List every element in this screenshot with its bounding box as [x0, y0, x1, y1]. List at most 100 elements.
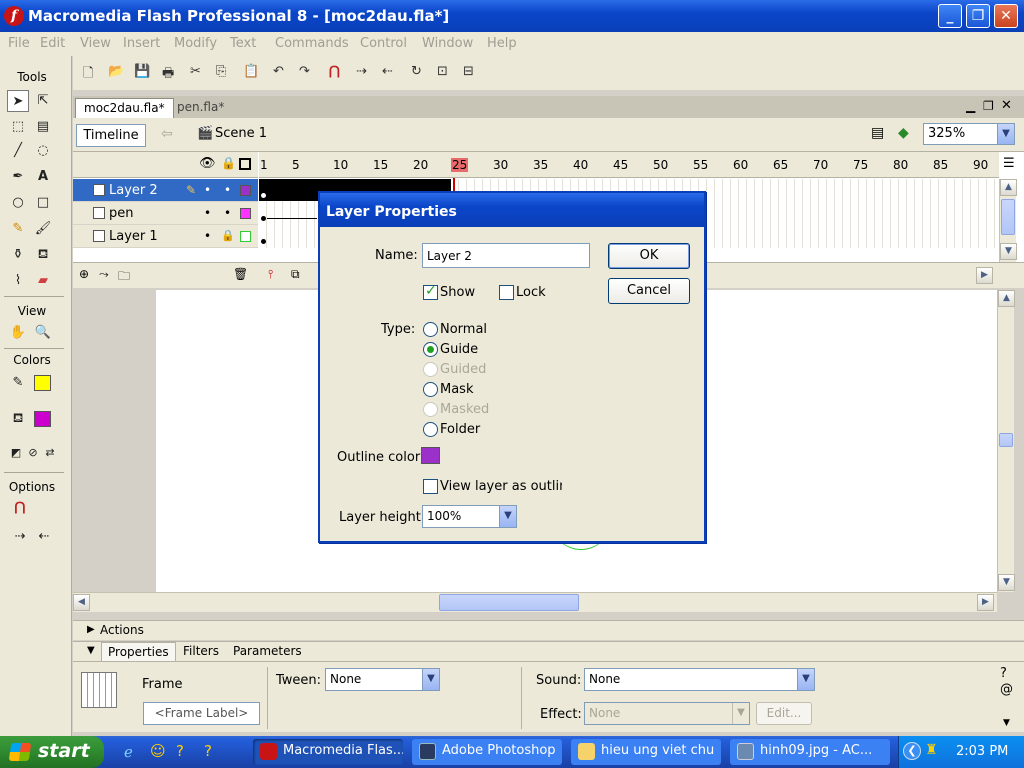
scroll-thumb[interactable] [1001, 199, 1015, 235]
eye-icon[interactable]: 👁 [199, 156, 216, 171]
scroll-down-icon[interactable]: ▼ [998, 574, 1015, 591]
menu-insert[interactable]: Insert [123, 36, 160, 51]
align-icon[interactable]: ⊟ [463, 64, 474, 79]
add-motion-guide-icon[interactable]: ⤳ [99, 267, 109, 282]
ok-button[interactable]: OK [608, 243, 690, 269]
clock[interactable]: 2:03 PM [956, 744, 1008, 759]
expand-arrow-icon[interactable]: ▶ [87, 624, 95, 635]
lock-dot[interactable]: • [224, 206, 231, 220]
accessibility-icon[interactable]: @ [1000, 682, 1013, 697]
back-arrow-icon[interactable]: ⇦ [161, 126, 173, 142]
layer-row-layer2[interactable]: Layer 2 ✎ • • [73, 179, 258, 202]
fill-color-icon[interactable]: ⛾ [7, 408, 29, 430]
lasso-tool-icon[interactable]: ◌ [32, 140, 54, 162]
selection-tool-icon[interactable]: ➤ [7, 90, 29, 112]
swap-colors-icon[interactable]: ⇄ [39, 442, 61, 464]
add-layer-icon[interactable]: ⊕ [79, 267, 89, 281]
tab-parameters[interactable]: Parameters [233, 644, 302, 658]
undo-icon[interactable]: ↶ [273, 64, 284, 79]
line-tool-icon[interactable]: ╱ [7, 140, 29, 162]
minimize-button[interactable]: _ [938, 4, 962, 28]
frame-label-input[interactable]: <Frame Label> [143, 702, 260, 725]
scene-label[interactable]: Scene 1 [215, 126, 267, 141]
keyframe-dot[interactable] [261, 193, 266, 198]
type-folder-radio[interactable] [423, 422, 438, 437]
save-icon[interactable]: 💾 [134, 64, 150, 79]
new-file-icon[interactable]: 🗋 [83, 64, 93, 86]
ie-icon[interactable]: ℯ [124, 743, 133, 761]
visible-dot[interactable]: • [204, 229, 211, 243]
lock-icon[interactable]: 🔒 [221, 156, 236, 170]
scroll-up-icon[interactable]: ▲ [998, 290, 1015, 307]
layer-height-select[interactable]: 100% ▼ [422, 505, 517, 528]
edit-symbols-icon[interactable]: ◆ [898, 125, 909, 141]
chevron-down-icon[interactable]: ▼ [422, 669, 439, 690]
scroll-thumb[interactable] [999, 433, 1013, 447]
pen-tool-icon[interactable]: ✒ [7, 166, 29, 188]
delete-layer-icon[interactable]: 🗑 [233, 267, 248, 281]
cancel-button[interactable]: Cancel [608, 278, 690, 304]
close-button[interactable]: ✕ [994, 4, 1018, 28]
add-folder-icon[interactable]: 🗀 [118, 267, 130, 288]
outline-color-swatch[interactable] [421, 447, 440, 464]
scale-icon[interactable]: ⊡ [437, 64, 448, 79]
menu-edit[interactable]: Edit [40, 36, 65, 51]
doc-close-icon[interactable]: ✕ [1001, 98, 1012, 113]
tween-select[interactable]: None ▼ [325, 668, 440, 691]
scroll-thumb[interactable] [439, 594, 579, 611]
rectangle-tool-icon[interactable]: □ [32, 192, 54, 214]
view-outline-checkbox[interactable] [423, 479, 438, 494]
smooth-toolbar-icon[interactable]: ⇢ [356, 64, 367, 79]
menu-modify[interactable]: Modify [174, 36, 217, 51]
center-frame-icon[interactable]: ⫯ [268, 267, 273, 282]
visible-dot[interactable]: • [204, 183, 211, 197]
hand-tool-icon[interactable]: ✋ [7, 322, 29, 344]
copy-icon[interactable]: ⎘ [216, 64, 226, 79]
menu-control[interactable]: Control [360, 36, 407, 51]
help-quicklaunch-icon[interactable]: ? [176, 742, 184, 760]
tab-filters[interactable]: Filters [183, 644, 219, 658]
chevron-down-icon[interactable]: ▼ [499, 506, 516, 527]
scroll-right-icon[interactable]: ▶ [977, 594, 994, 611]
menu-text[interactable]: Text [230, 36, 256, 51]
layer-color-swatch[interactable] [240, 185, 251, 196]
start-button[interactable]: start [0, 736, 104, 768]
doc-tab-moc2dau[interactable]: moc2dau.fla* [75, 98, 174, 118]
snap-magnet-icon[interactable]: ⋂ [9, 497, 31, 519]
stage-hscroll[interactable]: ◀ ▶ [73, 592, 997, 612]
tab-properties[interactable]: Properties [101, 642, 176, 662]
snap-icon[interactable]: ⋂ [329, 64, 340, 79]
chevron-down-icon[interactable]: ▼ [997, 124, 1014, 144]
lock-icon[interactable]: 🔒 [221, 229, 235, 242]
help-quicklaunch-icon-2[interactable]: ? [204, 742, 212, 760]
help-icon[interactable]: ? [1000, 666, 1007, 681]
type-guide-radio[interactable] [423, 342, 438, 357]
smooth-icon[interactable]: ⇢ [9, 526, 31, 548]
zoom-combo[interactable]: 325% ▼ [923, 123, 1015, 145]
onion-skin-icon[interactable]: ⧉ [291, 267, 300, 282]
timeline-vscroll[interactable]: ▲ ▼ [999, 179, 1017, 262]
expand-panel-icon[interactable]: ▼ [1003, 718, 1010, 728]
layer-color-swatch[interactable] [240, 208, 251, 219]
cut-icon[interactable]: ✂ [190, 64, 201, 79]
fill-color-swatch[interactable] [34, 411, 51, 427]
scroll-right-icon[interactable]: ▶ [976, 267, 993, 284]
layer-row-pen[interactable]: pen • • [73, 202, 258, 225]
open-file-icon[interactable]: 📂 [108, 64, 124, 79]
print-icon[interactable]: 🖶 [162, 64, 174, 86]
doc-minimize-icon[interactable]: ▁ [966, 99, 975, 113]
actions-label[interactable]: Actions [100, 623, 144, 637]
eyedropper-icon[interactable]: ⌇ [7, 270, 29, 292]
menu-help[interactable]: Help [487, 36, 517, 51]
scroll-left-icon[interactable]: ◀ [73, 594, 90, 611]
eraser-icon[interactable]: ▰ [32, 270, 54, 292]
lock-checkbox[interactable] [499, 285, 514, 300]
outline-icon[interactable] [239, 158, 251, 170]
timeline-button[interactable]: Timeline [76, 124, 146, 147]
task-flash[interactable]: Macromedia Flas... [253, 739, 403, 765]
menu-window[interactable]: Window [422, 36, 473, 51]
stage-vscroll[interactable]: ▲ ▼ [997, 290, 1015, 592]
playhead[interactable]: 25 [451, 158, 469, 172]
visible-dot[interactable]: • [204, 206, 211, 220]
ink-bottle-icon[interactable]: ⚱ [7, 244, 29, 266]
